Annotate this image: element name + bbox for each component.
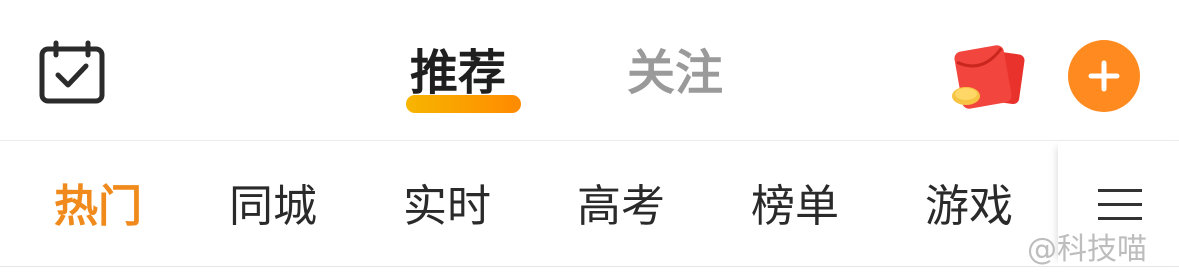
menu-line	[1098, 203, 1142, 206]
channel-rankings[interactable]: 榜单	[751, 177, 839, 237]
channel-games[interactable]: 游戏	[925, 177, 1013, 237]
channel-local[interactable]: 同城	[229, 177, 317, 237]
channel-bar-divider	[0, 266, 1179, 267]
channel-realtime[interactable]: 实时	[403, 177, 491, 237]
calendar-check-icon[interactable]	[38, 40, 110, 106]
channel-hot[interactable]: 热门	[54, 177, 142, 237]
tab-follow[interactable]: 关注	[627, 38, 723, 108]
tab-follow-label: 关注	[627, 45, 724, 101]
red-packet-icon[interactable]	[948, 44, 1030, 112]
watermark: @科技喵	[1027, 232, 1147, 267]
add-button[interactable]	[1068, 40, 1140, 112]
tab-recommend-label: 推荐	[410, 45, 507, 101]
menu-line	[1098, 217, 1142, 220]
channel-gaokao[interactable]: 高考	[577, 177, 665, 237]
tab-recommend[interactable]: 推荐	[410, 38, 506, 108]
channel-bar: 热门 同城 实时 高考 榜单 游戏	[0, 141, 1179, 266]
menu-line	[1098, 189, 1142, 192]
plus-icon	[1088, 60, 1120, 92]
top-header: 推荐 关注	[0, 0, 1179, 140]
